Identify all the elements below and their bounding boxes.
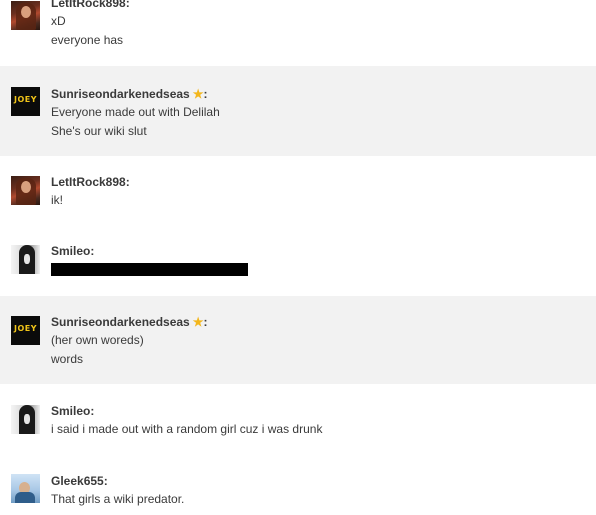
message-text: (her own woreds) — [51, 333, 144, 347]
username[interactable]: Smileo: — [51, 402, 322, 420]
avatar[interactable] — [11, 245, 40, 274]
message-text: everyone has — [51, 33, 124, 47]
chat-message: JOEY Sunriseondarkenedseas ★: (her own wo… — [0, 296, 596, 384]
message-text: That girls a wiki predator. — [51, 492, 185, 506]
username[interactable]: Gleek655: — [51, 472, 184, 490]
chat-message: Gleek655: That girls a wiki predator. — [0, 456, 596, 515]
avatar[interactable] — [11, 405, 40, 434]
username-colon: : — [203, 315, 208, 329]
star-icon: ★ — [192, 315, 204, 329]
username[interactable]: Sunriseondarkenedseas — [51, 87, 190, 101]
chat-message: LetItRock898: xD everyone has — [0, 0, 596, 66]
username-colon: : — [203, 87, 208, 101]
redacted-text — [51, 263, 248, 276]
message-text: ik! — [51, 193, 63, 207]
chat-message: JOEY Sunriseondarkenedseas ★: Everyone ma… — [0, 66, 596, 156]
avatar[interactable]: JOEY — [11, 87, 40, 116]
message-text: words — [51, 352, 84, 366]
avatar[interactable] — [11, 176, 40, 205]
avatar[interactable] — [11, 474, 40, 503]
avatar[interactable] — [11, 1, 40, 30]
star-icon: ★ — [192, 87, 204, 101]
chat-message: LetItRock898: ik! — [0, 156, 596, 226]
username[interactable]: Smileo: — [51, 242, 248, 260]
avatar[interactable]: JOEY — [11, 316, 40, 345]
username[interactable]: Sunriseondarkenedseas — [51, 315, 190, 329]
username[interactable]: LetItRock898: — [51, 0, 130, 12]
username[interactable]: LetItRock898: — [51, 173, 130, 191]
message-text: She's our wiki slut — [51, 124, 147, 138]
message-text: i said i made out with a random girl cuz… — [51, 422, 323, 436]
chat-message: Smileo: — [0, 226, 596, 296]
message-text: Everyone made out with Delilah — [51, 105, 220, 119]
avatar-label: JOEY — [13, 324, 38, 333]
message-text: xD — [51, 14, 66, 28]
chat-message: Smileo: i said i made out with a random … — [0, 384, 596, 456]
avatar-label: JOEY — [13, 95, 38, 104]
